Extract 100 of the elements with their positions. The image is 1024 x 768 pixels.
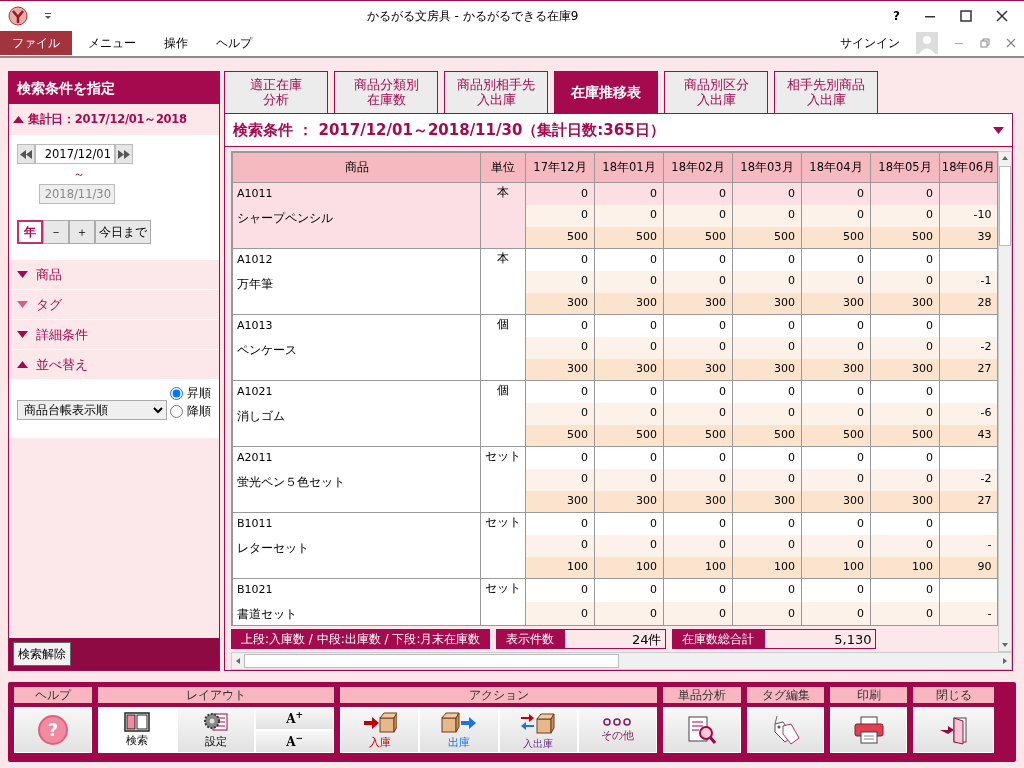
- scrollbar[interactable]: [998, 151, 1012, 652]
- toolbar-button[interactable]: その他: [577, 707, 657, 753]
- tab[interactable]: 商品別相手先 入出庫: [444, 71, 548, 113]
- table-cell: 0: [801, 446, 871, 469]
- column-header[interactable]: 17年12月: [525, 152, 595, 183]
- menu-item[interactable]: ファイル: [0, 31, 72, 55]
- column-header[interactable]: 商品: [232, 152, 481, 183]
- window-title: かるがる文房具 - かるがるできる在庫9: [365, 7, 580, 25]
- table-cell: 0: [663, 602, 733, 625]
- period-button[interactable]: 年: [17, 220, 43, 244]
- caret-down-icon[interactable]: [993, 126, 1004, 134]
- radio-label[interactable]: 降順: [187, 402, 211, 420]
- product-name: 蛍光ペン５色セット: [237, 474, 345, 489]
- caret-down-icon[interactable]: [17, 271, 28, 278]
- table-cell: 100: [663, 556, 733, 579]
- table-cell: 300: [732, 490, 802, 513]
- toolbar-button[interactable]: [830, 707, 907, 753]
- table-cell: 0: [594, 248, 664, 271]
- scroll-thumb[interactable]: [999, 166, 1011, 246]
- toolbar-button[interactable]: 設定: [176, 707, 256, 753]
- group-title: 単品分析: [663, 687, 741, 703]
- toolbar-button[interactable]: [663, 707, 741, 753]
- table-cell: 0: [801, 204, 871, 227]
- close-icon[interactable]: [996, 9, 1008, 22]
- table-cell: 0: [525, 248, 595, 271]
- tab[interactable]: 商品別区分 入出庫: [664, 71, 768, 113]
- scrollbar[interactable]: [231, 652, 1012, 670]
- next-button[interactable]: [115, 144, 133, 164]
- caret-down-icon[interactable]: [17, 331, 28, 338]
- group-title: 印刷: [830, 687, 907, 703]
- table-cell: 0: [594, 204, 664, 227]
- menu-item[interactable]: ヘルプ: [204, 31, 264, 55]
- menu-item[interactable]: 操作: [152, 31, 200, 55]
- sort-dropdown[interactable]: 商品台帳表示順: [17, 400, 167, 420]
- caret-up-icon[interactable]: [17, 361, 28, 368]
- toolbar-button[interactable]: 入庫: [340, 707, 420, 753]
- tab[interactable]: 在庫推移表: [554, 71, 658, 113]
- column-header[interactable]: 単位: [480, 152, 526, 183]
- table-cell: 300: [594, 490, 664, 513]
- table-cell: 300: [801, 358, 871, 381]
- rewind-icon: [20, 150, 32, 159]
- tab[interactable]: 相手先別商品 入出庫: [774, 71, 878, 113]
- toolbar-button[interactable]: [747, 707, 824, 753]
- group-title: レイアウト: [98, 687, 334, 703]
- clear-search-button[interactable]: 検索解除: [13, 642, 71, 666]
- caret-up-icon[interactable]: [13, 116, 24, 123]
- radio-button[interactable]: [170, 404, 183, 418]
- section-header[interactable]: 詳細条件: [36, 324, 88, 345]
- table-cell: 0: [801, 534, 871, 557]
- menu-item[interactable]: メニュー: [76, 31, 148, 55]
- dropdown-icon[interactable]: [44, 11, 52, 20]
- table-cell: 0: [801, 468, 871, 491]
- section-header[interactable]: 商品: [36, 264, 62, 285]
- table-cell: -2: [939, 468, 997, 491]
- section-header[interactable]: 集計日：2017/12/01～2018: [28, 110, 187, 129]
- tab[interactable]: 適正在庫 分析: [224, 71, 328, 113]
- column-header[interactable]: 18年05月: [870, 152, 940, 183]
- period-button[interactable]: 今日まで: [95, 220, 151, 244]
- toolbar-button[interactable]: 検索: [98, 707, 177, 753]
- table-cell: 500: [525, 424, 595, 447]
- table-cell: 300: [594, 292, 664, 315]
- help-button[interactable]: ?: [893, 6, 900, 25]
- table-cell: 300: [525, 358, 595, 381]
- section-header[interactable]: タグ: [36, 294, 62, 315]
- table-cell: 0: [594, 468, 664, 491]
- font-size-button[interactable]: A$^{+}$: [255, 707, 334, 730]
- radio-label[interactable]: 昇順: [187, 384, 211, 402]
- column-header[interactable]: 18年02月: [663, 152, 733, 183]
- table-cell: 0: [870, 314, 940, 337]
- table-cell: 300: [525, 490, 595, 513]
- table-cell: 0: [732, 380, 802, 403]
- column-header[interactable]: 18年04月: [801, 152, 871, 183]
- column-header[interactable]: 18年03月: [732, 152, 802, 183]
- scroll-thumb[interactable]: [244, 654, 619, 668]
- toolbar-button[interactable]: 入出庫: [498, 707, 578, 753]
- product-code: B1021: [237, 582, 274, 598]
- product-code: A1013: [237, 318, 274, 334]
- period-button[interactable]: －: [43, 220, 69, 244]
- previous-button[interactable]: [17, 144, 35, 164]
- toolbar-button[interactable]: [913, 707, 994, 753]
- period-button[interactable]: ＋: [69, 220, 95, 244]
- dots-icon: [603, 717, 632, 728]
- table-cell: 0: [870, 602, 940, 625]
- table-cell: 0: [732, 314, 802, 337]
- maximize-icon[interactable]: [960, 9, 972, 22]
- caret-down-icon[interactable]: [17, 301, 28, 308]
- font-size-button[interactable]: A$^{−}$: [255, 730, 334, 753]
- table-cell: -1: [939, 270, 997, 293]
- product-code: A2011: [237, 450, 274, 466]
- date-field[interactable]: 2017/12/01: [35, 144, 115, 164]
- column-header[interactable]: 18年06月: [939, 152, 997, 183]
- radio-button[interactable]: [170, 386, 183, 400]
- table-cell: 0: [594, 534, 664, 557]
- column-header[interactable]: 18年01月: [594, 152, 664, 183]
- table-cell: 500: [801, 424, 871, 447]
- tab[interactable]: 商品分類別 在庫数: [334, 71, 438, 113]
- section-header[interactable]: 並べ替え: [36, 354, 88, 375]
- table-cell: 0: [525, 182, 595, 205]
- signin-link[interactable]: サインイン: [840, 34, 900, 52]
- toolbar-button[interactable]: 出庫: [419, 707, 499, 753]
